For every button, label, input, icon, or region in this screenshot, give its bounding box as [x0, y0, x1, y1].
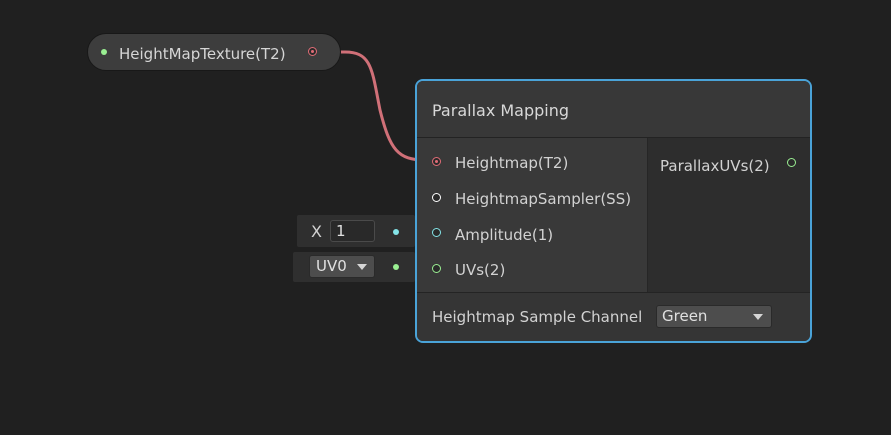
sample-channel-dropdown[interactable]: Green — [656, 305, 772, 328]
amplitude-input-port[interactable] — [432, 228, 441, 237]
uvs-connector-dot — [393, 264, 399, 270]
parallax-mapping-node[interactable]: Parallax Mapping Heightmap(T2) Heightmap… — [415, 79, 812, 343]
property-node-label: HeightMapTexture(T2) — [119, 45, 286, 63]
uvs-input-port[interactable] — [432, 264, 441, 273]
chevron-down-icon — [357, 264, 367, 270]
property-node-heightmaptexture[interactable]: HeightMapTexture(T2) — [87, 33, 341, 71]
uv-channel-dropdown[interactable]: UV0 — [309, 255, 375, 278]
amplitude-value-field[interactable]: 1 — [330, 220, 375, 242]
uvs-inline-input: UV0 — [293, 252, 415, 282]
node-controls: Heightmap Sample Channel Green — [417, 292, 810, 341]
input-slot-uvs: UVs(2) — [455, 261, 506, 279]
uv-channel-value: UV0 — [316, 257, 347, 275]
chevron-down-icon — [753, 314, 763, 320]
property-indicator-dot — [101, 49, 107, 55]
property-output-port[interactable] — [308, 47, 317, 56]
node-header[interactable]: Parallax Mapping — [417, 81, 810, 138]
sample-channel-label: Heightmap Sample Channel — [432, 308, 643, 326]
amplitude-value: 1 — [336, 222, 346, 240]
output-slot-parallax-uvs: ParallaxUVs(2) — [660, 157, 770, 175]
heightmap-input-port[interactable] — [432, 157, 441, 166]
heightmap-sampler-input-port[interactable] — [432, 193, 441, 202]
amplitude-connector-dot — [393, 229, 399, 235]
node-title: Parallax Mapping — [432, 101, 570, 120]
input-slot-heightmap-sampler: HeightmapSampler(SS) — [455, 190, 632, 208]
sample-channel-value: Green — [662, 307, 708, 325]
input-slot-amplitude: Amplitude(1) — [455, 226, 554, 244]
input-slot-heightmap: Heightmap(T2) — [455, 154, 569, 172]
node-output-slots: ParallaxUVs(2) — [648, 138, 810, 292]
node-input-slots: Heightmap(T2) HeightmapSampler(SS) Ampli… — [417, 138, 648, 292]
parallax-uvs-output-port[interactable] — [787, 158, 796, 167]
amplitude-axis-label: X — [311, 222, 322, 241]
